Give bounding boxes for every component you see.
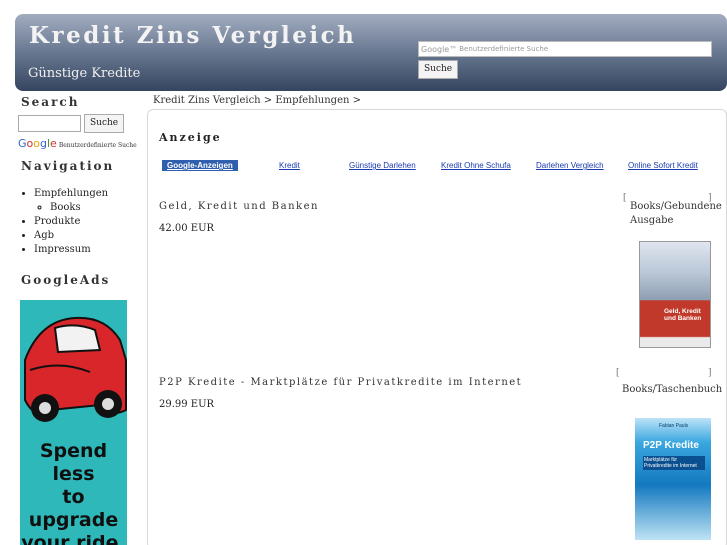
sidebar-search: Suche [18,114,146,133]
search-heading: Search [21,95,80,109]
breadcrumb[interactable]: Kredit Zins Vergleich > Empfehlungen > [153,95,361,106]
search-placeholder: Benutzerdefinierte Suche [459,45,549,53]
book-cover-label: Geld, Kredit und Banken [664,308,702,322]
ad-link-google-anzeigen[interactable]: Google-Anzeigen [162,160,238,171]
navigation-heading: Navigation [21,159,115,173]
product-price: 42.00 EUR [159,223,215,234]
car-illustration-icon [24,316,127,422]
anzeige-heading: Anzeige [159,131,222,144]
product-price: 29.99 EUR [159,399,215,410]
header-search-button[interactable]: Suche [418,60,459,79]
book-cover-title: P2P Kredite [643,440,699,451]
product-type: Books/Taschenbuch [622,384,723,395]
nav-item-empfehlungen[interactable]: Empfehlungen [34,187,146,201]
ad-link-kredit-ohne-schufa[interactable]: Kredit Ohne Schufa [441,161,511,170]
bracket-left: [ [616,368,620,378]
google-custom-search: Google Benutzerdefinierte Suche [18,137,146,150]
header-search-input[interactable]: Google™ Benutzerdefinierte Suche [418,41,712,57]
google-custom-search-label: Benutzerdefinierte Suche [58,142,137,149]
ad-text: Spend less to upgrade your ride. [21,440,126,545]
googleads-heading: GoogleAds [21,273,111,287]
book-cover-image[interactable]: Geld, Kredit und Banken [639,241,711,348]
book-cover-author: Fabian Pauls [659,423,689,429]
ad-link-online-sofort-kredit[interactable]: Online Sofort Kredit [628,161,698,170]
google-logo-icon: Google™ [421,44,458,54]
sidebar-search-input[interactable] [18,115,81,132]
ad-link-kredit[interactable]: Kredit [279,161,300,170]
ad-link-guenstige-darlehen[interactable]: Günstige Darlehen [349,161,416,170]
book-cover-image[interactable]: Fabian Pauls P2P Kredite Marktplätze für… [635,418,711,540]
nav-list: Empfehlungen Books Produkte Agb Impressu… [34,187,146,257]
ad-banner[interactable]: Spend less to upgrade your ride. [20,300,127,545]
nav-item-impressum[interactable]: Impressum [34,243,146,257]
sidebar-search-button[interactable]: Suche [84,114,125,133]
bracket-right: ] [708,368,712,378]
nav-item-agb[interactable]: Agb [34,229,146,243]
sidebar: Search Suche Google Benutzerdefinierte S… [18,95,146,287]
ad-link-darlehen-vergleich[interactable]: Darlehen Vergleich [536,161,604,170]
product-title[interactable]: Geld, Kredit und Banken [159,201,319,212]
site-slogan: Günstige Kredite [28,66,141,81]
google-logo-icon: Google [18,137,57,150]
nav-item-books[interactable]: Books [50,201,146,215]
book-cover-subtitle: Marktplätze für Privatkredite im Interne… [643,456,705,470]
site-header: Kredit Zins Vergleich Günstige Kredite G… [15,14,727,91]
product-type: Books/Gebundene Ausgabe [630,201,722,226]
bracket-left: [ [623,193,627,203]
product-title[interactable]: P2P Kredite - Marktplätze für Privatkred… [159,377,522,388]
site-title[interactable]: Kredit Zins Vergleich [29,22,356,49]
nav-item-produkte[interactable]: Produkte [34,215,146,229]
